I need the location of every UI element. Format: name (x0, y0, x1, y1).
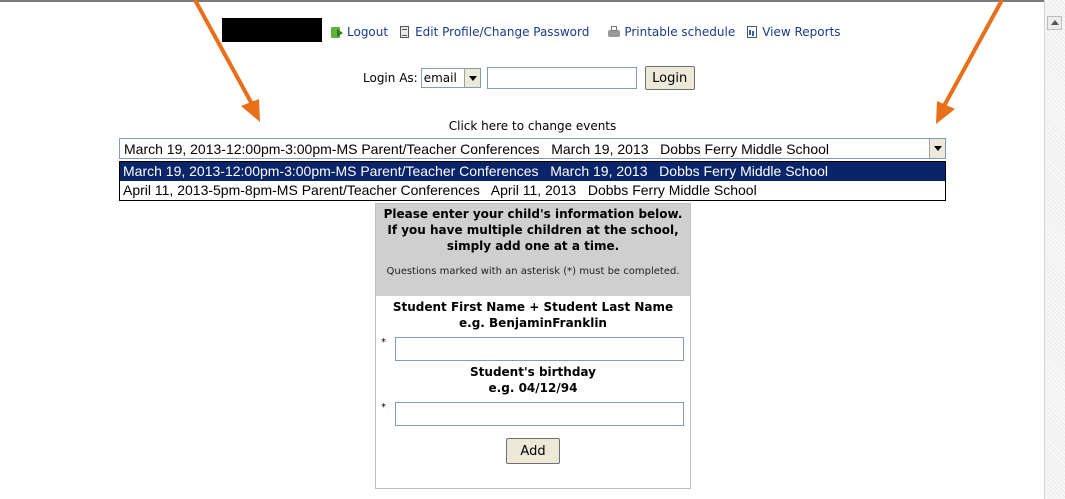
scroll-up-arrow-icon[interactable] (1047, 16, 1062, 30)
annotation-arrow-right (942, 0, 1004, 107)
top-nav: Logout Edit Profile/Change Password Prin… (330, 22, 851, 42)
student-name-label: Student First Name + Student Last Name (392, 300, 674, 314)
student-name-input[interactable] (395, 337, 684, 361)
report-icon (745, 25, 759, 39)
printable-schedule-link[interactable]: Printable schedule (607, 25, 735, 39)
login-type-value: email (423, 71, 457, 85)
redacted-username (222, 18, 322, 42)
required-asterisk: * (381, 337, 386, 348)
page-scrollbar[interactable] (1044, 0, 1065, 499)
birthday-example: e.g. 04/12/94 (488, 381, 578, 395)
logout-icon (330, 25, 344, 39)
event-dropdown-list: March 19, 2013-12:00pm-3:00pm-MS Parent/… (119, 161, 946, 201)
event-option[interactable]: April 11, 2013-5pm-8pm-MS Parent/Teacher… (120, 181, 945, 200)
birthday-label: Student's birthday (470, 365, 596, 379)
annotation-arrow-left (193, 0, 254, 105)
student-form: Please enter your child's information be… (375, 203, 691, 489)
logout-label: Logout (347, 25, 389, 39)
edit-profile-icon (398, 25, 412, 39)
birthday-input[interactable] (395, 402, 684, 426)
login-as-input[interactable] (486, 67, 637, 89)
logout-link[interactable]: Logout (330, 25, 388, 39)
instruction-line: If you have multiple children at the sch… (387, 223, 679, 237)
form-instructions: Please enter your child's information be… (376, 204, 690, 296)
change-events-label: Click here to change events (448, 119, 617, 133)
edit-profile-label: Edit Profile/Change Password (415, 25, 590, 39)
add-row: Add (376, 438, 690, 464)
event-select-value: March 19, 2013-12:00pm-3:00pm-MS Parent/… (124, 140, 830, 157)
required-note: Questions marked with an asterisk (*) mu… (386, 266, 680, 277)
required-asterisk: * (381, 402, 386, 413)
printer-icon (607, 25, 621, 39)
login-as-label: Login As: (363, 71, 418, 85)
student-name-row: * (376, 337, 690, 361)
login-type-select[interactable]: email (420, 68, 481, 88)
event-select[interactable]: March 19, 2013-12:00pm-3:00pm-MS Parent/… (119, 138, 946, 159)
chevron-down-icon[interactable] (463, 69, 480, 87)
instruction-line: Please enter your child's information be… (383, 207, 683, 221)
login-button[interactable]: Login (644, 66, 695, 90)
edit-profile-link[interactable]: Edit Profile/Change Password (398, 25, 589, 39)
chevron-down-icon[interactable] (929, 139, 945, 158)
view-reports-label: View Reports (762, 25, 841, 39)
printable-schedule-label: Printable schedule (624, 25, 736, 39)
top-border (0, 0, 1044, 2)
view-reports-link[interactable]: View Reports (745, 25, 841, 39)
student-name-example: e.g. BenjaminFranklin (459, 316, 607, 330)
event-option[interactable]: March 19, 2013-12:00pm-3:00pm-MS Parent/… (120, 162, 945, 181)
add-button[interactable]: Add (506, 438, 560, 464)
instruction-line: simply add one at a time. (446, 239, 620, 253)
login-as-row: Login As: email Login (363, 66, 695, 90)
birthday-row: * (376, 402, 690, 426)
